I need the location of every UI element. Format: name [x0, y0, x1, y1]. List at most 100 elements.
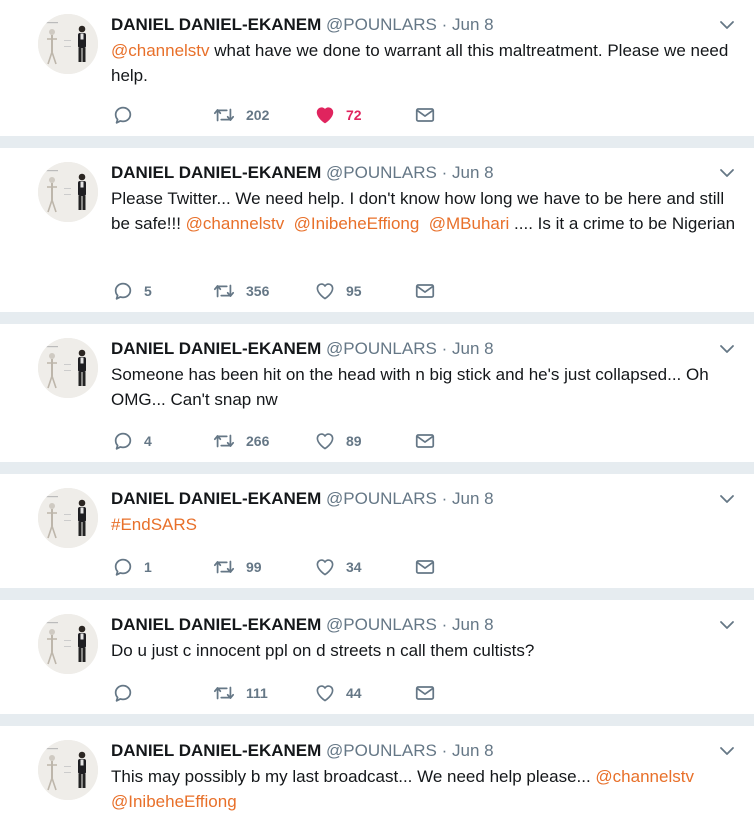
tweet-divider	[0, 312, 754, 324]
retweet-count: 111	[246, 685, 268, 701]
reply-icon	[112, 104, 134, 126]
reply-icon	[112, 430, 134, 452]
direct-message-button[interactable]	[414, 279, 436, 303]
separator-dot: ·	[441, 163, 448, 182]
avatar[interactable]	[38, 488, 98, 548]
chevron-down-icon[interactable]	[718, 618, 736, 630]
display-name[interactable]: DANIEL DANIEL-EKANEM	[111, 615, 321, 634]
heart-icon	[314, 104, 336, 126]
tweet-actions: 1 99 34	[112, 555, 452, 579]
retweet-icon	[212, 430, 236, 452]
tweet-header: DANIEL DANIEL-EKANEM @POUNLARS · Jun 8	[111, 14, 714, 36]
tweet[interactable]: DANIEL DANIEL-EKANEM @POUNLARS · Jun 8 Do…	[0, 600, 754, 714]
mention-link[interactable]: #EndSARS	[111, 515, 197, 534]
like-button[interactable]: 34	[314, 555, 362, 579]
text-segment: Do u just c innocent ppl on d streets n …	[111, 641, 535, 660]
separator-dot: ·	[441, 741, 448, 760]
user-handle[interactable]: @POUNLARS	[326, 15, 437, 34]
envelope-icon	[414, 430, 436, 452]
text-segment	[419, 214, 428, 233]
reply-button[interactable]: 5	[112, 279, 152, 303]
reply-button[interactable]: 4	[112, 429, 152, 453]
tweet-actions: 4 266 89	[112, 429, 452, 453]
retweet-button[interactable]: 111	[212, 681, 268, 705]
user-handle[interactable]: @POUNLARS	[326, 489, 437, 508]
retweet-button[interactable]: 356	[212, 279, 269, 303]
avatar[interactable]	[38, 338, 98, 398]
direct-message-button[interactable]	[414, 555, 436, 579]
retweet-count: 266	[246, 433, 270, 449]
retweet-button[interactable]: 202	[212, 103, 269, 127]
like-button[interactable]: 44	[314, 681, 362, 705]
reply-button[interactable]	[112, 103, 144, 127]
mention-link[interactable]: @InibeheEffiong	[111, 792, 237, 811]
tweet-header: DANIEL DANIEL-EKANEM @POUNLARS · Jun 8	[111, 488, 714, 510]
tweet-header: DANIEL DANIEL-EKANEM @POUNLARS · Jun 8	[111, 614, 714, 636]
avatar[interactable]	[38, 162, 98, 222]
mention-link[interactable]: @channelstv	[186, 214, 285, 233]
user-handle[interactable]: @POUNLARS	[326, 741, 437, 760]
display-name[interactable]: DANIEL DANIEL-EKANEM	[111, 339, 321, 358]
envelope-icon	[414, 104, 436, 126]
avatar[interactable]	[38, 14, 98, 74]
avatar[interactable]	[38, 740, 98, 800]
heart-icon	[314, 280, 336, 302]
reply-button[interactable]: 1	[112, 555, 152, 579]
display-name[interactable]: DANIEL DANIEL-EKANEM	[111, 15, 321, 34]
tweet-date[interactable]: Jun 8	[452, 163, 494, 182]
text-segment: Someone has been hit on the head with n …	[111, 365, 714, 409]
like-count: 89	[346, 433, 362, 449]
tweet-date[interactable]: Jun 8	[452, 615, 494, 634]
like-count: 34	[346, 559, 362, 575]
tweet[interactable]: DANIEL DANIEL-EKANEM @POUNLARS · Jun 8 @c…	[0, 0, 754, 136]
direct-message-button[interactable]	[414, 681, 436, 705]
tweet-text: This may possibly b my last broadcast...…	[111, 764, 740, 814]
avatar[interactable]	[38, 614, 98, 674]
user-handle[interactable]: @POUNLARS	[326, 163, 437, 182]
tweet[interactable]: DANIEL DANIEL-EKANEM @POUNLARS · Jun 8 So…	[0, 324, 754, 462]
retweet-icon	[212, 280, 236, 302]
retweet-icon	[212, 682, 236, 704]
like-count: 95	[346, 283, 362, 299]
like-button[interactable]: 89	[314, 429, 362, 453]
display-name[interactable]: DANIEL DANIEL-EKANEM	[111, 163, 321, 182]
reply-count: 1	[144, 559, 152, 575]
tweet-date[interactable]: Jun 8	[452, 339, 494, 358]
reply-button[interactable]	[112, 681, 144, 705]
retweet-count: 202	[246, 107, 270, 123]
chevron-down-icon[interactable]	[718, 492, 736, 504]
tweet-text: #EndSARS	[111, 512, 740, 537]
tweet-divider	[0, 136, 754, 148]
display-name[interactable]: DANIEL DANIEL-EKANEM	[111, 489, 321, 508]
tweet-date[interactable]: Jun 8	[452, 489, 494, 508]
chevron-down-icon[interactable]	[718, 744, 736, 756]
tweet[interactable]: DANIEL DANIEL-EKANEM @POUNLARS · Jun 8 Pl…	[0, 148, 754, 312]
tweet-text: Do u just c innocent ppl on d streets n …	[111, 638, 740, 663]
tweet-date[interactable]: Jun 8	[452, 741, 494, 760]
mention-link[interactable]: @InibeheEffiong	[294, 214, 420, 233]
user-handle[interactable]: @POUNLARS	[326, 339, 437, 358]
tweet-header: DANIEL DANIEL-EKANEM @POUNLARS · Jun 8	[111, 740, 714, 762]
tweet-date[interactable]: Jun 8	[452, 15, 494, 34]
direct-message-button[interactable]	[414, 429, 436, 453]
chevron-down-icon[interactable]	[718, 18, 736, 30]
like-button[interactable]: 95	[314, 279, 362, 303]
tweet[interactable]: DANIEL DANIEL-EKANEM @POUNLARS · Jun 8 #E…	[0, 474, 754, 588]
like-button[interactable]: 72	[314, 103, 362, 127]
chevron-down-icon[interactable]	[718, 342, 736, 354]
retweet-button[interactable]: 266	[212, 429, 269, 453]
tweet-actions: 5 356 95	[112, 279, 452, 303]
chevron-down-icon[interactable]	[718, 166, 736, 178]
mention-link[interactable]: @channelstv	[111, 41, 210, 60]
tweet[interactable]: DANIEL DANIEL-EKANEM @POUNLARS · Jun 8 Th…	[0, 726, 754, 816]
like-count: 44	[346, 685, 362, 701]
display-name[interactable]: DANIEL DANIEL-EKANEM	[111, 741, 321, 760]
mention-link[interactable]: @channelstv	[595, 767, 694, 786]
user-handle[interactable]: @POUNLARS	[326, 615, 437, 634]
retweet-button[interactable]: 99	[212, 555, 262, 579]
tweet-divider	[0, 714, 754, 726]
direct-message-button[interactable]	[414, 103, 436, 127]
tweet-divider	[0, 588, 754, 600]
mention-link[interactable]: @MBuhari	[429, 214, 510, 233]
tweet-header: DANIEL DANIEL-EKANEM @POUNLARS · Jun 8	[111, 162, 714, 184]
